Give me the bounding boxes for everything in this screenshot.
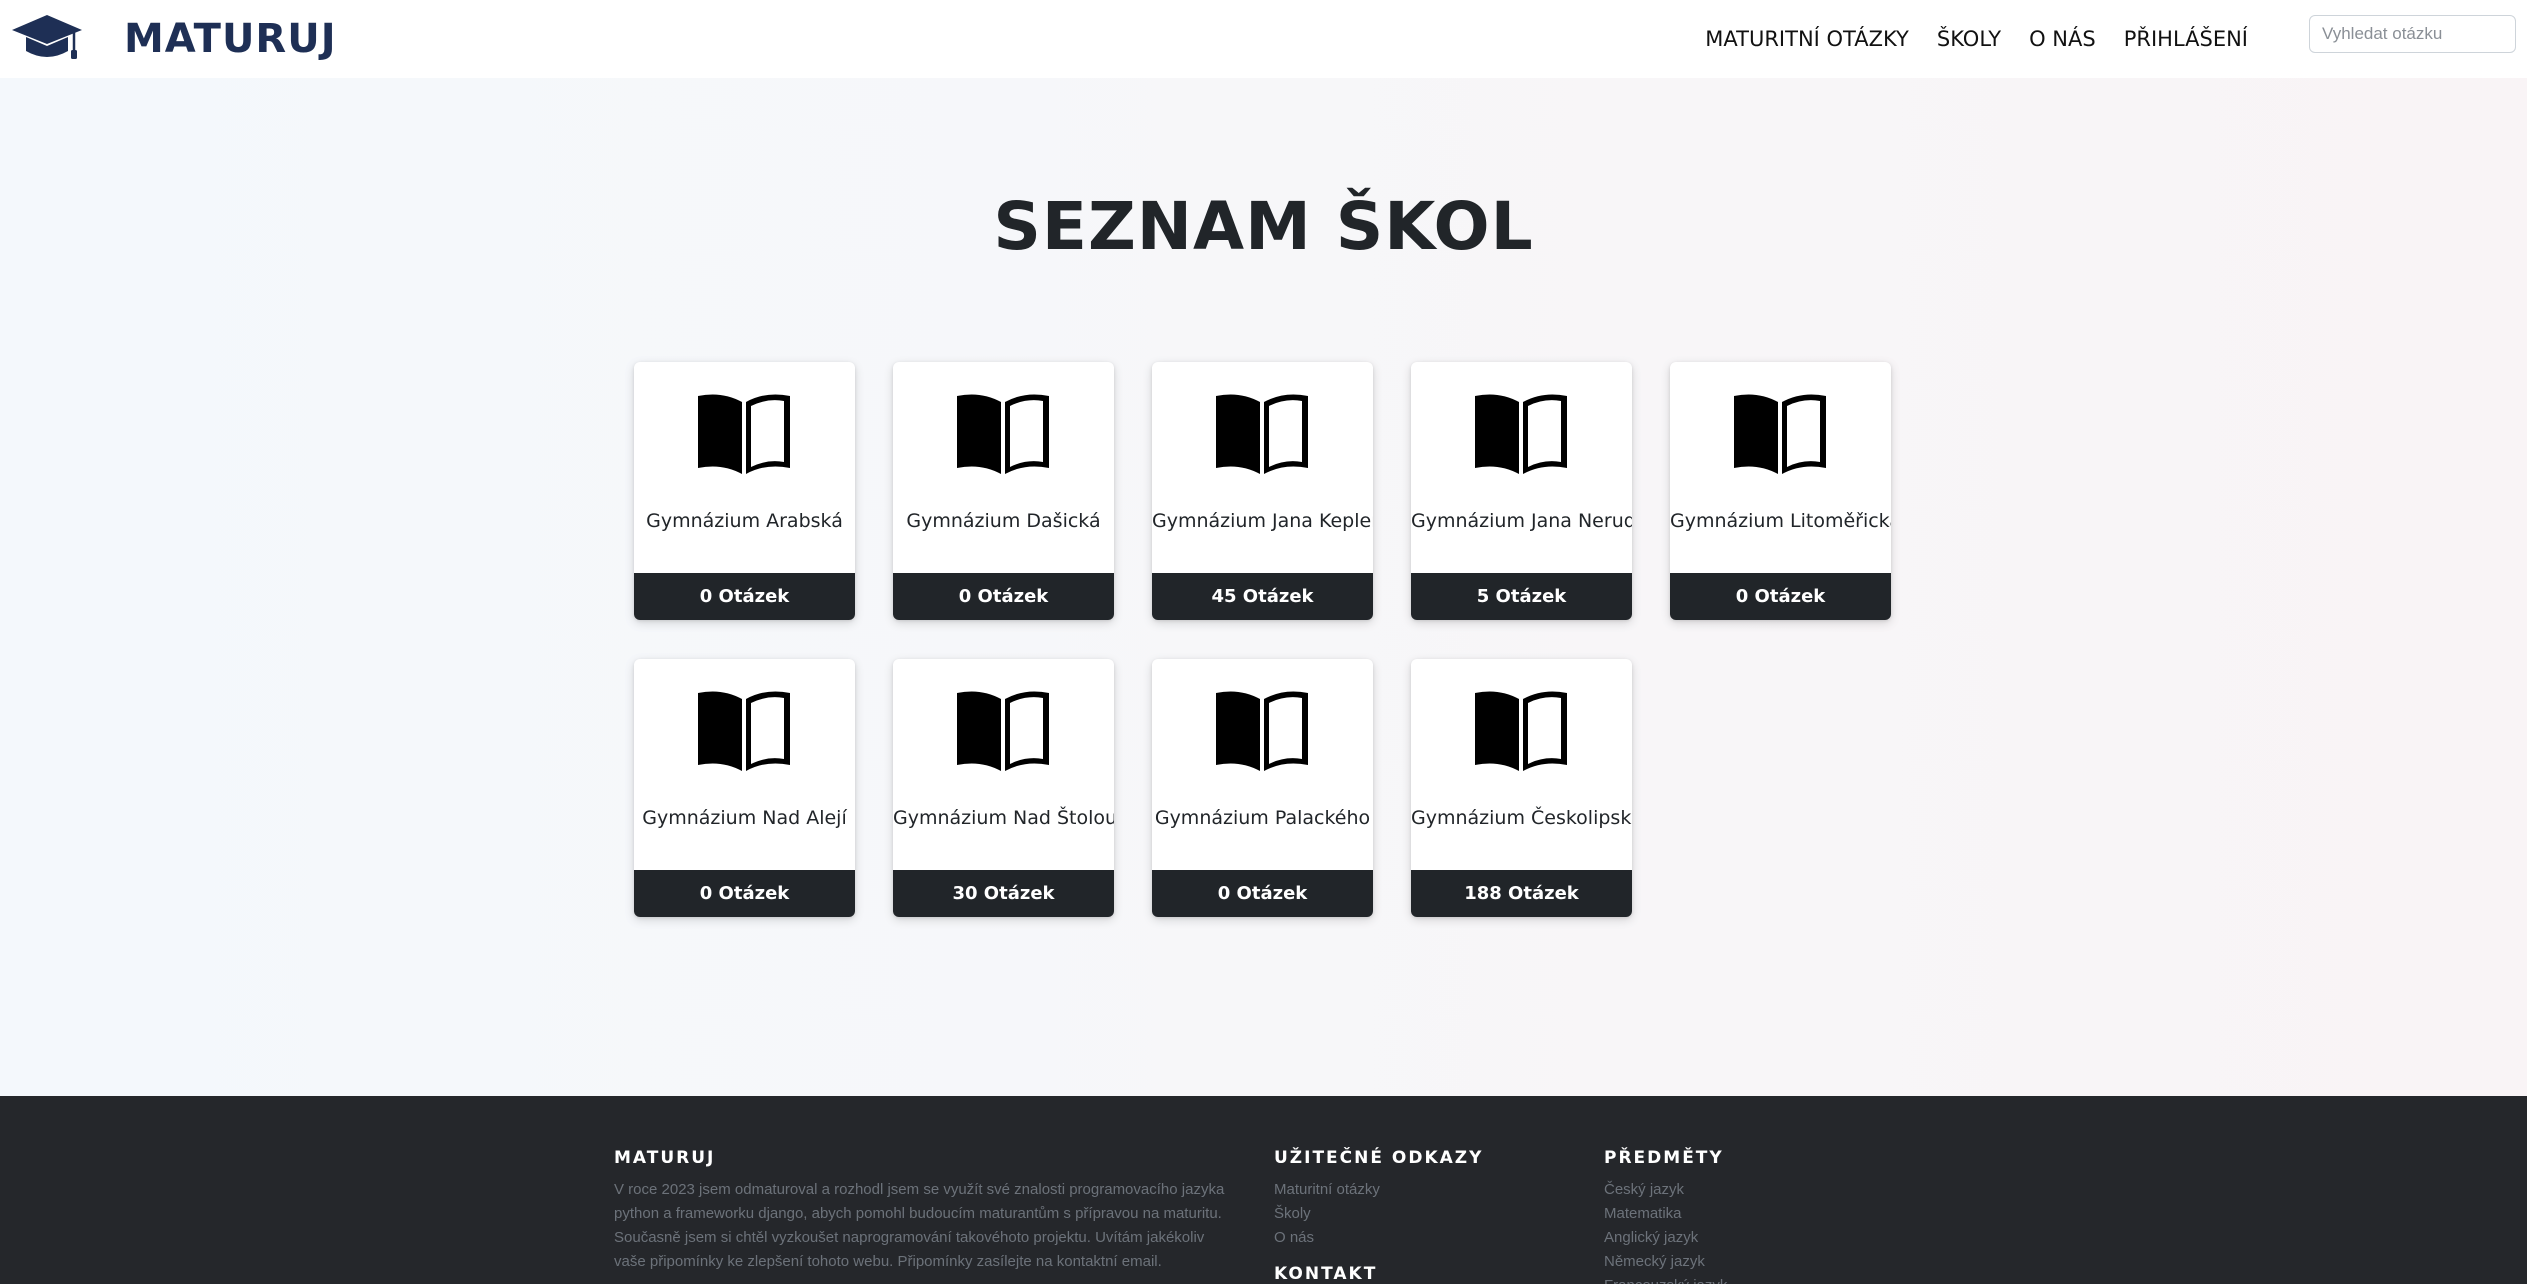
footer-about-title: MATURUJ [614, 1148, 716, 1168]
school-card[interactable]: Gymnázium Nad Štolou 30 Otázek [893, 659, 1114, 917]
open-book-icon [1734, 394, 1826, 474]
footer-link-francouzsky-jazyk[interactable]: Francouzský jazyk [1604, 1274, 1727, 1284]
open-book-icon [1216, 691, 1308, 771]
school-name: Gymnázium Nad Štolou [893, 807, 1114, 829]
nav-link-prihlaseni[interactable]: PŘIHLÁŠENÍ [2124, 27, 2248, 51]
school-name: Gymnázium Nad Alejí [642, 807, 847, 829]
school-card[interactable]: Gymnázium Litoměřická 0 Otázek [1670, 362, 1891, 620]
open-book-icon [1216, 394, 1308, 474]
question-count: 0 Otázek [893, 573, 1114, 620]
nav-links: MATURITNÍ OTÁZKY ŠKOLY O NÁS PŘIHLÁŠENÍ [1677, 0, 2248, 78]
footer-link-o-nas[interactable]: O nás [1274, 1226, 1483, 1250]
footer-link-matematika[interactable]: Matematika [1604, 1202, 1727, 1226]
school-card[interactable]: Gymnázium Českolipská 188 Otázek [1411, 659, 1632, 917]
question-count: 30 Otázek [893, 870, 1114, 917]
footer-subjects: PŘEDMĚTY Český jazyk Matematika Anglický… [1604, 1148, 1727, 1284]
nav-link-skoly[interactable]: ŠKOLY [1937, 27, 2001, 51]
question-count: 45 Otázek [1152, 573, 1373, 620]
navbar: MATURUJ MATURITNÍ OTÁZKY ŠKOLY O NÁS PŘI… [0, 0, 2527, 78]
footer-subjects-title: PŘEDMĚTY [1604, 1148, 1724, 1168]
question-count: 5 Otázek [1411, 573, 1632, 620]
school-name: Gymnázium Arabská [646, 510, 843, 532]
school-card[interactable]: Gymnázium Arabská 0 Otázek [634, 362, 855, 620]
brand-link[interactable]: MATURUJ [10, 13, 337, 65]
school-name: Gymnázium Palackého [1154, 807, 1371, 829]
footer-link-anglicky-jazyk[interactable]: Anglický jazyk [1604, 1226, 1727, 1250]
search-input[interactable] [2309, 15, 2516, 53]
open-book-icon [957, 691, 1049, 771]
open-book-icon [1475, 394, 1567, 474]
footer-contact-title: KONTAKT [1274, 1264, 1378, 1284]
footer-about: MATURUJ V roce 2023 jsem odmaturoval a r… [614, 1148, 1234, 1274]
main-content: SEZNAM ŠKOL Gymnázium Arabská 0 Otázek G… [0, 78, 2527, 1096]
school-name: Gymnázium Dašická [906, 510, 1101, 532]
footer-useful-links: UŽITEČNÉ ODKAZY Maturitní otázky Školy O… [1274, 1148, 1483, 1284]
footer-link-skoly[interactable]: Školy [1274, 1202, 1483, 1226]
school-name: Gymnázium Českolipská [1411, 807, 1632, 829]
footer-about-text: V roce 2023 jsem odmaturoval a rozhodl j… [614, 1181, 1225, 1270]
question-count: 0 Otázek [634, 573, 855, 620]
open-book-icon [698, 394, 790, 474]
school-name: Gymnázium Jana Keplera [1152, 510, 1373, 532]
open-book-icon [698, 691, 790, 771]
school-card[interactable]: Gymnázium Jana Nerudy 5 Otázek [1411, 362, 1632, 620]
question-count: 188 Otázek [1411, 870, 1632, 917]
footer-link-maturitni-otazky[interactable]: Maturitní otázky [1274, 1178, 1483, 1202]
nav-link-o-nas[interactable]: O NÁS [2029, 27, 2096, 51]
school-name: Gymnázium Litoměřická [1670, 510, 1891, 532]
page-title: SEZNAM ŠKOL [993, 188, 1534, 265]
question-count: 0 Otázek [1670, 573, 1891, 620]
school-card[interactable]: Gymnázium Jana Keplera 45 Otázek [1152, 362, 1373, 620]
brand-name: MATURUJ [124, 16, 337, 62]
school-card[interactable]: Gymnázium Palackého 0 Otázek [1152, 659, 1373, 917]
nav-link-maturitni-otazky[interactable]: MATURITNÍ OTÁZKY [1705, 27, 1909, 51]
school-name: Gymnázium Jana Nerudy [1411, 510, 1632, 532]
school-card[interactable]: Gymnázium Nad Alejí 0 Otázek [634, 659, 855, 917]
footer: MATURUJ V roce 2023 jsem odmaturoval a r… [0, 1096, 2527, 1284]
open-book-icon [1475, 691, 1567, 771]
graduation-cap-icon [12, 15, 82, 59]
school-card[interactable]: Gymnázium Dašická 0 Otázek [893, 362, 1114, 620]
footer-link-cesky-jazyk[interactable]: Český jazyk [1604, 1178, 1727, 1202]
footer-useful-links-title: UŽITEČNÉ ODKAZY [1274, 1148, 1484, 1168]
footer-link-nemecky-jazyk[interactable]: Německý jazyk [1604, 1250, 1727, 1274]
open-book-icon [957, 394, 1049, 474]
question-count: 0 Otázek [634, 870, 855, 917]
question-count: 0 Otázek [1152, 870, 1373, 917]
